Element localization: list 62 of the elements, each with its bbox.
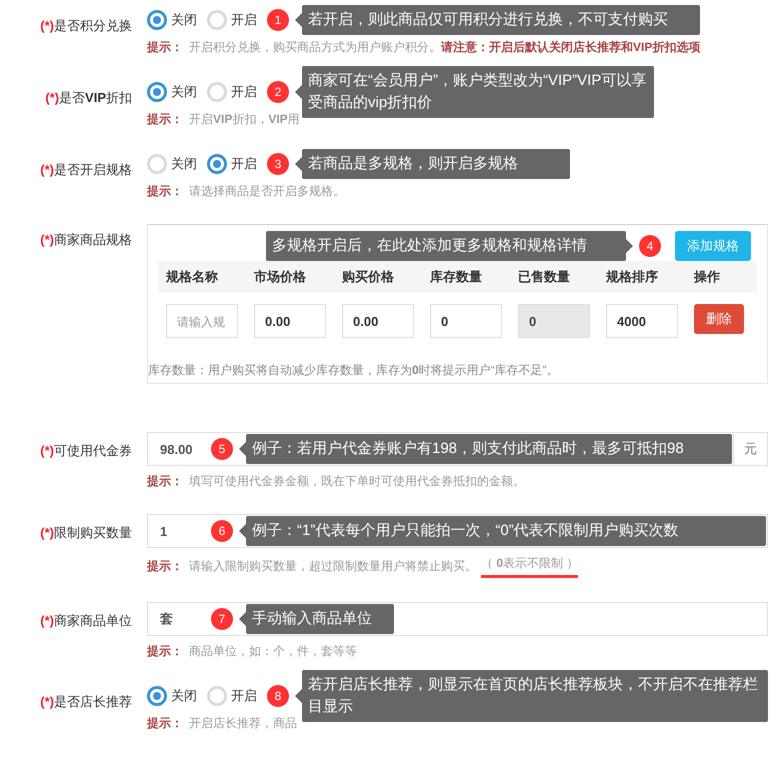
field-label: (*)商家商品单位 (40, 613, 132, 628)
hint-text: 请选择商品是否开启多规格。 (189, 183, 345, 200)
field-label: (*)是否积分兑换 (40, 18, 132, 33)
field-label: (*)商家商品规格 (40, 232, 132, 247)
callout: 例子：若用户代金券账户有198，则支付此商品时，最多可抵扣98 (239, 434, 732, 464)
number-badge: 6 (211, 520, 233, 542)
number-badge: 1 (267, 9, 289, 31)
unit-addon: 元 (734, 432, 768, 466)
column-header: 库存数量 (422, 261, 510, 293)
radio-option[interactable]: 关闭 (147, 154, 197, 174)
radio-option[interactable]: 开启 (207, 686, 257, 706)
callout: 例子：“1”代表每个用户只能拍一次，“0”代表不限制用户购买次数 (239, 516, 766, 546)
field-label: (*)限制购买数量 (40, 525, 132, 540)
number-badge: 8 (267, 685, 289, 707)
input-field[interactable]: 0.00 (254, 304, 326, 338)
note-text: （ 0表示不限制 ） (481, 554, 578, 578)
hint-label: 提示： (147, 643, 183, 660)
column-header: 购买价格 (334, 261, 422, 293)
callout: 手动输入商品单位 (239, 604, 394, 634)
number-badge: 7 (211, 608, 233, 630)
field-label: (*)可使用代金券 (40, 443, 132, 458)
number-badge: 4 (639, 235, 661, 257)
column-header: 操作 (686, 261, 757, 293)
field-label: (*)是否开启规格 (40, 162, 132, 177)
callout: 若商品是多规格，则开启多规格 (295, 149, 570, 179)
number-badge: 3 (267, 153, 289, 175)
hint-text: 填写可使用代金券金额，既在下单时可使用代金券抵扣的金额。 (189, 473, 525, 490)
field-label: (*)是否VIP折扣 (45, 90, 132, 105)
radio-option[interactable]: 关闭 (147, 82, 197, 102)
column-header: 市场价格 (246, 261, 334, 293)
hint-label: 提示： (147, 183, 183, 200)
input-field[interactable]: 请输入规 (166, 304, 238, 338)
radio-option[interactable]: 开启 (207, 10, 257, 30)
hint-label: 提示： (147, 473, 183, 490)
column-header: 规格排序 (598, 261, 686, 293)
radio-option[interactable]: 关闭 (147, 686, 197, 706)
delete-button[interactable]: 删除 (694, 304, 744, 334)
hint-text: 开启店长推荐，商品 (189, 715, 297, 732)
warning-text: 请注意：开启后默认关闭店长推荐和VIP折扣选项 (441, 39, 700, 56)
column-header: 规格名称 (158, 261, 246, 293)
column-header: 已售数量 (510, 261, 598, 293)
radio-option[interactable]: 开启 (207, 82, 257, 102)
hint-label: 提示： (147, 39, 183, 56)
input-field[interactable]: 0 (430, 304, 502, 338)
hint-label: 提示： (147, 715, 183, 732)
hint-label: 提示： (147, 111, 183, 128)
callout: 若开启店长推荐，则显示在首页的店长推荐板块，不开启不在推荐栏目显示 (295, 670, 768, 722)
number-badge: 2 (267, 81, 289, 103)
radio-option[interactable]: 关闭 (147, 10, 197, 30)
hint-text: 请输入限制购买数量，超过限制数量用户将禁止购买。 (189, 558, 477, 575)
input-field[interactable]: 4000 (606, 304, 678, 338)
hint-text: 开启积分兑换，购买商品方式为用户账户积分。 (189, 39, 441, 56)
hint-label: 提示： (147, 558, 183, 575)
callout: 若开启，则此商品仅可用积分进行兑换，不可支付购买 (295, 5, 700, 35)
field-label: (*)是否店长推荐 (40, 694, 132, 709)
number-badge: 5 (211, 438, 233, 460)
callout: 多规格开启后，在此处添加更多规格和规格详情 (266, 231, 633, 261)
stock-note: 库存数量：用户购买将自动减少库存数量，库存为0时将提示用户“库存不足”。 (148, 362, 560, 379)
input-field[interactable]: 0.00 (342, 304, 414, 338)
hint-text: 商品单位，如：个，件，套等等 (189, 643, 357, 660)
radio-option[interactable]: 开启 (207, 154, 257, 174)
input-field: 0 (518, 304, 590, 338)
